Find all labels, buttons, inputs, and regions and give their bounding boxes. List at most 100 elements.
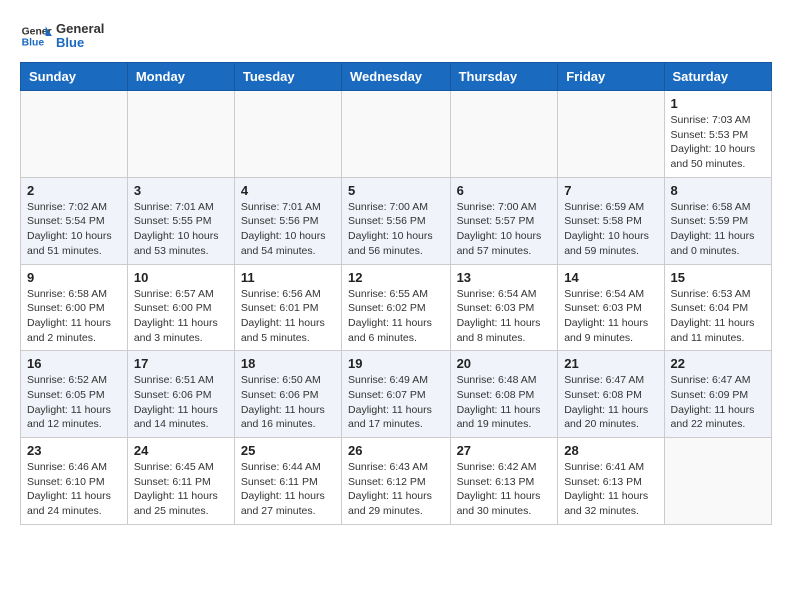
logo-general-text: General [56,22,104,36]
day-info: Sunrise: 6:47 AMSunset: 6:09 PMDaylight:… [671,373,765,432]
day-number: 17 [134,356,228,371]
day-number: 5 [348,183,444,198]
calendar-cell: 19 Sunrise: 6:49 AMSunset: 6:07 PMDayligh… [342,351,451,438]
calendar-cell: 6Sunrise: 7:00 AMSunset: 5:57 PMDaylight… [450,177,558,264]
day-number: 16 [27,356,121,371]
day-number: 27 [457,443,552,458]
day-info: Sunrise: 6:59 AMSunset: 5:58 PMDaylight:… [564,200,657,259]
day-number: 26 [348,443,444,458]
day-info: Sunrise: 6:54 AMSunset: 6:03 PMDaylight:… [457,287,552,346]
day-info: Sunrise: 6:49 AMSunset: 6:07 PMDaylight:… [348,373,444,432]
day-number: 21 [564,356,657,371]
day-info: Sunrise: 6:44 AMSunset: 6:11 PMDaylight:… [241,460,335,519]
day-info: Sunrise: 6:41 AMSunset: 6:13 PMDaylight:… [564,460,657,519]
calendar-week-3: 9 Sunrise: 6:58 AMSunset: 6:00 PMDaylight… [21,264,772,351]
calendar-cell: 11Sunrise: 6:56 AMSunset: 6:01 PMDayligh… [234,264,341,351]
calendar-cell: 23Sunrise: 6:46 AMSunset: 6:10 PMDayligh… [21,438,128,525]
logo: General Blue General Blue [20,20,104,52]
day-number: 20 [457,356,552,371]
calendar-cell: 10Sunrise: 6:57 AMSunset: 6:00 PMDayligh… [127,264,234,351]
day-info: Sunrise: 6:57 AMSunset: 6:00 PMDaylight:… [134,287,228,346]
day-info: Sunrise: 6:58 AMSunset: 5:59 PMDaylight:… [671,200,765,259]
day-number: 12 [348,270,444,285]
day-info: Sunrise: 6:54 AMSunset: 6:03 PMDaylight:… [564,287,657,346]
day-info: Sunrise: 6:52 AMSunset: 6:05 PMDaylight:… [27,373,121,432]
calendar-week-5: 23Sunrise: 6:46 AMSunset: 6:10 PMDayligh… [21,438,772,525]
calendar-cell: 1Sunrise: 7:03 AMSunset: 5:53 PMDaylight… [664,91,771,178]
calendar-cell: 13 Sunrise: 6:54 AMSunset: 6:03 PMDayligh… [450,264,558,351]
calendar-cell: 3 Sunrise: 7:01 AMSunset: 5:55 PMDaylight… [127,177,234,264]
calendar-cell: 24 Sunrise: 6:45 AMSunset: 6:11 PMDayligh… [127,438,234,525]
weekday-header-saturday: Saturday [664,63,771,91]
weekday-header-friday: Friday [558,63,664,91]
calendar-cell: 28 Sunrise: 6:41 AMSunset: 6:13 PMDayligh… [558,438,664,525]
weekday-header-wednesday: Wednesday [342,63,451,91]
day-info: Sunrise: 7:00 AMSunset: 5:56 PMDaylight:… [348,200,444,259]
day-info: Sunrise: 7:01 AMSunset: 5:56 PMDaylight:… [241,200,335,259]
weekday-header-row: SundayMondayTuesdayWednesdayThursdayFrid… [21,63,772,91]
day-info: Sunrise: 6:42 AMSunset: 6:13 PMDaylight:… [457,460,552,519]
calendar-cell: 27 Sunrise: 6:42 AMSunset: 6:13 PMDayligh… [450,438,558,525]
weekday-header-tuesday: Tuesday [234,63,341,91]
day-number: 28 [564,443,657,458]
day-number: 9 [27,270,121,285]
day-number: 11 [241,270,335,285]
calendar-cell: 20 Sunrise: 6:48 AMSunset: 6:08 PMDayligh… [450,351,558,438]
calendar-week-2: 2 Sunrise: 7:02 AMSunset: 5:54 PMDaylight… [21,177,772,264]
day-number: 8 [671,183,765,198]
day-number: 13 [457,270,552,285]
calendar-cell: 14 Sunrise: 6:54 AMSunset: 6:03 PMDayligh… [558,264,664,351]
day-info: Sunrise: 7:03 AMSunset: 5:53 PMDaylight:… [671,113,765,172]
calendar-cell [234,91,341,178]
day-number: 4 [241,183,335,198]
day-info: Sunrise: 6:47 AMSunset: 6:08 PMDaylight:… [564,373,657,432]
calendar-cell: 17 Sunrise: 6:51 AMSunset: 6:06 PMDayligh… [127,351,234,438]
calendar-cell [664,438,771,525]
day-info: Sunrise: 6:55 AMSunset: 6:02 PMDaylight:… [348,287,444,346]
calendar-cell [127,91,234,178]
day-number: 2 [27,183,121,198]
calendar-cell [450,91,558,178]
calendar-cell: 21 Sunrise: 6:47 AMSunset: 6:08 PMDayligh… [558,351,664,438]
day-number: 22 [671,356,765,371]
calendar-cell [21,91,128,178]
calendar-week-4: 16 Sunrise: 6:52 AMSunset: 6:05 PMDayligh… [21,351,772,438]
day-number: 7 [564,183,657,198]
day-number: 25 [241,443,335,458]
calendar-cell [558,91,664,178]
calendar-cell: 4 Sunrise: 7:01 AMSunset: 5:56 PMDaylight… [234,177,341,264]
page-header: General Blue General Blue [20,20,772,52]
calendar-week-1: 1Sunrise: 7:03 AMSunset: 5:53 PMDaylight… [21,91,772,178]
day-info: Sunrise: 6:45 AMSunset: 6:11 PMDaylight:… [134,460,228,519]
svg-text:Blue: Blue [22,38,45,49]
calendar-cell: 15 Sunrise: 6:53 AMSunset: 6:04 PMDayligh… [664,264,771,351]
day-number: 15 [671,270,765,285]
calendar-cell: 2 Sunrise: 7:02 AMSunset: 5:54 PMDaylight… [21,177,128,264]
calendar-cell: 22 Sunrise: 6:47 AMSunset: 6:09 PMDayligh… [664,351,771,438]
day-info: Sunrise: 7:00 AMSunset: 5:57 PMDaylight:… [457,200,552,259]
day-number: 24 [134,443,228,458]
weekday-header-thursday: Thursday [450,63,558,91]
calendar-cell: 5 Sunrise: 7:00 AMSunset: 5:56 PMDaylight… [342,177,451,264]
day-info: Sunrise: 7:02 AMSunset: 5:54 PMDaylight:… [27,200,121,259]
day-info: Sunrise: 7:01 AMSunset: 5:55 PMDaylight:… [134,200,228,259]
calendar-cell [342,91,451,178]
calendar-cell: 26 Sunrise: 6:43 AMSunset: 6:12 PMDayligh… [342,438,451,525]
day-number: 3 [134,183,228,198]
day-info: Sunrise: 6:53 AMSunset: 6:04 PMDaylight:… [671,287,765,346]
day-number: 23 [27,443,121,458]
calendar-cell: 25 Sunrise: 6:44 AMSunset: 6:11 PMDayligh… [234,438,341,525]
calendar-cell: 16 Sunrise: 6:52 AMSunset: 6:05 PMDayligh… [21,351,128,438]
day-info: Sunrise: 6:48 AMSunset: 6:08 PMDaylight:… [457,373,552,432]
day-number: 19 [348,356,444,371]
logo-blue-text: Blue [56,36,104,50]
day-info: Sunrise: 6:51 AMSunset: 6:06 PMDaylight:… [134,373,228,432]
calendar-table: SundayMondayTuesdayWednesdayThursdayFrid… [20,62,772,525]
day-info: Sunrise: 6:58 AMSunset: 6:00 PMDaylight:… [27,287,121,346]
calendar-cell: 9 Sunrise: 6:58 AMSunset: 6:00 PMDaylight… [21,264,128,351]
day-number: 14 [564,270,657,285]
day-number: 18 [241,356,335,371]
calendar-cell: 12 Sunrise: 6:55 AMSunset: 6:02 PMDayligh… [342,264,451,351]
day-info: Sunrise: 6:50 AMSunset: 6:06 PMDaylight:… [241,373,335,432]
day-info: Sunrise: 6:43 AMSunset: 6:12 PMDaylight:… [348,460,444,519]
